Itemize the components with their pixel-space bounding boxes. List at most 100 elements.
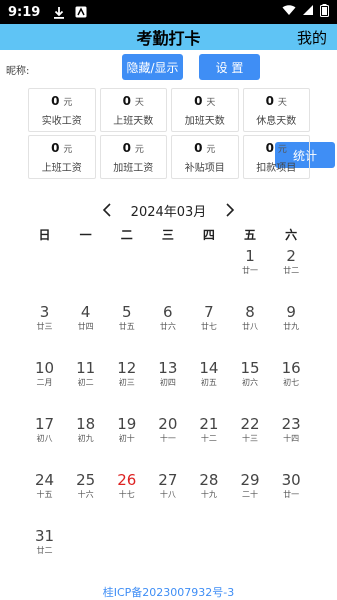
calendar-day[interactable]: 9 廿九 [271, 300, 312, 356]
stat-card-work-wage[interactable]: 0元 上班工资 [28, 135, 96, 179]
calendar-day-number: 23 [281, 415, 301, 433]
mine-link[interactable]: 我的 [297, 27, 327, 48]
calendar-navigation: 2024年03月 [0, 200, 337, 220]
calendar-day[interactable]: 14 初五 [188, 356, 229, 412]
calendar-lunar-date: 十四 [283, 434, 300, 443]
calendar-day[interactable]: 6 廿六 [147, 300, 188, 356]
calendar-day-number: 24 [35, 471, 55, 489]
calendar-day[interactable]: 25 十六 [65, 468, 106, 524]
calendar-day-number: 27 [158, 471, 178, 489]
calendar-day-number: 10 [35, 359, 55, 377]
calendar-day-number: 14 [199, 359, 219, 377]
weekday-label: 三 [161, 228, 174, 242]
calendar-day[interactable]: 11 初二 [65, 356, 106, 412]
calendar-lunar-date: 十一 [159, 434, 176, 443]
stat-card-deduction[interactable]: 0元 扣款项目 [242, 135, 310, 179]
stat-unit: 元 [63, 97, 73, 108]
calendar-lunar-date: 十三 [242, 434, 259, 443]
calendar-lunar-date: 十七 [118, 490, 135, 499]
calendar-day[interactable]: 15 初六 [229, 356, 270, 412]
calendar-day[interactable]: 1 廿一 [229, 244, 270, 300]
calendar-day-number: 1 [245, 247, 255, 265]
calendar-day[interactable]: 28 十九 [188, 468, 229, 524]
stat-card-work-days[interactable]: 0天 上班天数 [99, 88, 167, 132]
calendar-week-row: 24 十五 25 十六 26 十七 27 十八 28 十九 29 二十 30 廿一 [24, 468, 312, 524]
weekday-label: 四 [202, 228, 215, 242]
calendar-lunar-date: 十八 [159, 490, 176, 499]
calendar-lunar-date: 廿五 [118, 322, 135, 331]
calendar-empty-cell [65, 244, 106, 300]
calendar-day[interactable]: 23 十四 [271, 412, 312, 468]
calendar-day-number: 21 [199, 415, 219, 433]
calendar-day[interactable]: 7 廿七 [188, 300, 229, 356]
calendar-lunar-date: 二十 [242, 490, 259, 499]
calendar-day[interactable]: 10 二月 [24, 356, 65, 412]
calendar-day-number: 25 [76, 471, 96, 489]
stat-label: 补贴项目 [184, 162, 225, 174]
settings-button[interactable]: 设 置 [199, 54, 260, 80]
calendar-day[interactable]: 30 廿一 [271, 468, 312, 524]
app-notification-icon [74, 5, 88, 19]
calendar-day[interactable]: 3 廿三 [24, 300, 65, 356]
calendar-day[interactable]: 2 廿二 [271, 244, 312, 300]
chevron-left-icon[interactable] [97, 200, 117, 220]
stat-value-line: 0元 [194, 141, 215, 155]
calendar-day[interactable]: 27 十八 [147, 468, 188, 524]
stat-card-rest-days[interactable]: 0天 休息天数 [242, 88, 310, 132]
calendar-week-row: 1 廿一 2 廿二 [24, 244, 312, 300]
calendar-week-row: 31 廿二 [24, 524, 312, 580]
calendar-lunar-date: 初四 [159, 378, 176, 387]
weekday-label: 六 [285, 228, 298, 242]
calendar-day[interactable]: 31 廿二 [24, 524, 65, 580]
calendar-lunar-date: 初五 [200, 378, 217, 387]
stat-card-allowance[interactable]: 0元 补贴项目 [171, 135, 239, 179]
calendar-day[interactable]: 13 初四 [147, 356, 188, 412]
calendar-day[interactable]: 16 初七 [271, 356, 312, 412]
calendar-lunar-date: 初三 [118, 378, 135, 387]
stat-card-overtime-days[interactable]: 0天 加班天数 [171, 88, 239, 132]
stat-unit: 元 [206, 144, 216, 155]
calendar-empty-cell [188, 524, 229, 580]
stat-value-line: 0天 [194, 94, 215, 108]
stat-card-overtime-wage[interactable]: 0元 加班工资 [99, 135, 167, 179]
icp-footer-link[interactable]: 桂ICP备2023007932号-3 [0, 584, 337, 600]
toolbar: 昵称: 隐藏/显示 设 置 统计 [0, 54, 337, 168]
calendar-lunar-date: 廿八 [242, 322, 259, 331]
stat-card-actual-wage[interactable]: 0元 实收工资 [28, 88, 96, 132]
calendar-day[interactable]: 24 十五 [24, 468, 65, 524]
calendar-day[interactable]: 26 十七 [106, 468, 147, 524]
calendar-day-number: 8 [245, 303, 255, 321]
app-header: 考勤打卡 我的 [0, 24, 337, 50]
calendar-day[interactable]: 29 二十 [229, 468, 270, 524]
calendar-day[interactable]: 17 初八 [24, 412, 65, 468]
calendar-day[interactable]: 18 初九 [65, 412, 106, 468]
calendar-week-row: 10 二月 11 初二 12 初三 13 初四 14 初五 15 初六 16 初七 [24, 356, 312, 412]
calendar-day[interactable]: 12 初三 [106, 356, 147, 412]
calendar-day-number: 26 [117, 471, 137, 489]
stat-unit: 天 [277, 97, 287, 108]
calendar-lunar-date: 廿七 [200, 322, 217, 331]
calendar-day[interactable]: 8 廿八 [229, 300, 270, 356]
calendar-day-number: 4 [80, 303, 91, 321]
calendar-month-label[interactable]: 2024年03月 [131, 201, 207, 220]
stat-value: 0 [194, 93, 203, 108]
chevron-right-icon[interactable] [220, 200, 240, 220]
weekday-label: 日 [38, 228, 51, 242]
calendar-lunar-date: 廿一 [283, 490, 300, 499]
stat-unit: 元 [63, 144, 73, 155]
calendar-lunar-date: 初九 [77, 434, 94, 443]
calendar-lunar-date: 初二 [77, 378, 94, 387]
calendar-day[interactable]: 5 廿五 [106, 300, 147, 356]
calendar-day-number: 17 [35, 415, 55, 433]
calendar-day[interactable]: 21 十二 [188, 412, 229, 468]
calendar-day[interactable]: 4 廿四 [65, 300, 106, 356]
stat-unit: 元 [134, 144, 144, 155]
calendar-day[interactable]: 22 十三 [229, 412, 270, 468]
hide-show-button[interactable]: 隐藏/显示 [122, 54, 183, 80]
calendar-empty-cell [188, 244, 229, 300]
stat-value: 0 [122, 140, 131, 155]
calendar-lunar-date: 廿二 [36, 546, 53, 555]
calendar-day[interactable]: 20 十一 [147, 412, 188, 468]
calendar-day[interactable]: 19 初十 [106, 412, 147, 468]
page-title: 考勤打卡 [136, 29, 201, 48]
